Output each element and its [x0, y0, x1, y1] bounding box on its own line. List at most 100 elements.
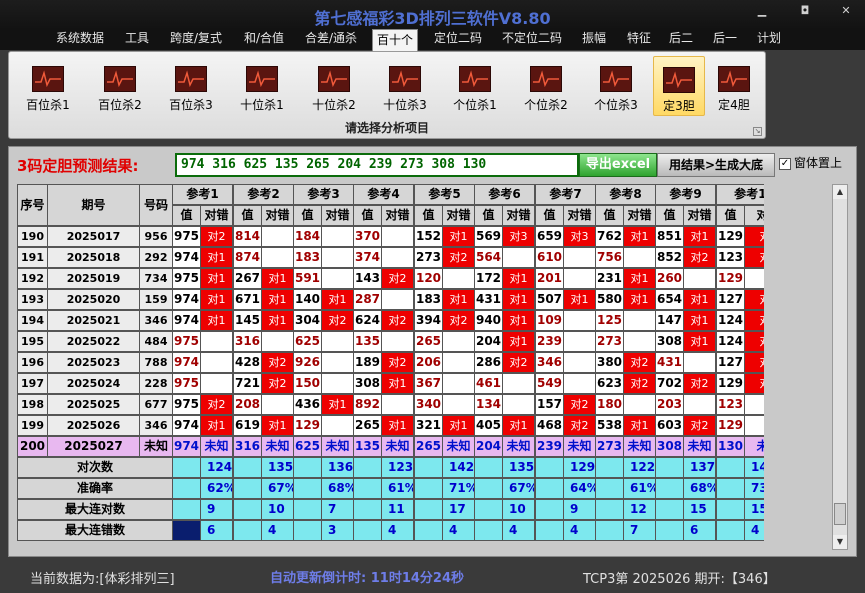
ref-value: 145	[233, 310, 262, 331]
ribbon-button-7[interactable]: 个位杀1	[444, 56, 506, 116]
ref-result: 对2	[261, 373, 294, 394]
ref-value: 265	[353, 415, 382, 436]
menu-item-12[interactable]: 后一	[708, 28, 742, 50]
menu-item-5[interactable]: 合差/通杀	[299, 28, 363, 50]
stats-pad	[233, 499, 262, 520]
header-period: 期号	[47, 184, 140, 226]
ref-result	[321, 268, 354, 289]
ref-result: 对1	[502, 415, 535, 436]
topmost-checkbox[interactable]: ✓ 窗体置上	[779, 154, 842, 171]
stats-value: 11	[381, 499, 414, 520]
ribbon-button-5[interactable]: 十位杀2	[303, 56, 365, 116]
ref-value: 316	[233, 331, 262, 352]
ref-value: 974	[172, 415, 201, 436]
minimize-button[interactable]: ▁	[742, 0, 782, 22]
ref-result: 对1	[744, 352, 764, 373]
ribbon-button-1[interactable]: 百位杀1	[17, 56, 79, 116]
menu-item-1[interactable]: 系统数据	[52, 28, 108, 50]
row-number: 159	[139, 289, 173, 310]
row-number: 292	[139, 247, 173, 268]
scroll-up-arrow-icon[interactable]: ▲	[833, 185, 847, 199]
stats-value: 4	[381, 520, 414, 541]
ribbon-button-8[interactable]: 个位杀2	[515, 56, 577, 116]
ref-result	[623, 394, 656, 415]
chart-icon	[246, 66, 278, 92]
ref-value: 975	[172, 331, 201, 352]
stats-value: 10	[261, 499, 294, 520]
menu-item-11[interactable]: 后二	[664, 28, 698, 50]
ribbon-button-2[interactable]: 百位杀2	[89, 56, 151, 116]
stats-pad	[655, 457, 684, 478]
maximize-button[interactable]: ◘	[785, 0, 825, 22]
ribbon-button-4[interactable]: 十位杀1	[231, 56, 293, 116]
header-value: 值	[474, 205, 503, 226]
vertical-scrollbar[interactable]: ▲ ▼	[832, 184, 848, 550]
pending-result: 未知	[563, 436, 596, 457]
menu-item-6[interactable]: 百十个	[372, 29, 418, 51]
check-icon: ✓	[779, 157, 791, 170]
menu-item-4[interactable]: 和/合值	[237, 28, 291, 50]
export-excel-button[interactable]: 导出excel	[579, 153, 657, 177]
ref-result: 对1	[442, 415, 475, 436]
ref-value: 431	[655, 352, 684, 373]
prediction-label: 3码定胆预测结果:	[17, 157, 139, 175]
ribbon-button-6[interactable]: 十位杀3	[374, 56, 436, 116]
menu-item-8[interactable]: 不定位二码	[498, 28, 566, 50]
ref-result: 对2	[442, 310, 475, 331]
ref-result	[200, 331, 233, 352]
ref-result	[261, 226, 294, 247]
row-period: 2025018	[47, 247, 140, 268]
ref-value: 147	[655, 310, 684, 331]
ref-result	[321, 247, 354, 268]
ref-result	[683, 268, 716, 289]
ribbon-caption: 请选择分析项目	[344, 121, 429, 135]
ribbon-button-9[interactable]: 个位杀3	[585, 56, 647, 116]
stats-pad	[716, 478, 745, 499]
scroll-down-arrow-icon[interactable]: ▼	[833, 535, 847, 549]
ref-result: 对1	[381, 415, 414, 436]
ribbon-expand-icon[interactable]: ↘	[753, 127, 762, 136]
menu-item-10[interactable]: 特征	[621, 28, 657, 50]
menu-item-3[interactable]: 跨度/复式	[163, 28, 229, 50]
stats-pad	[535, 520, 564, 541]
ribbon-button-11[interactable]: 定4胆	[709, 56, 759, 116]
ref-value: 926	[293, 352, 322, 373]
stats-value: 67%	[502, 478, 535, 499]
prediction-result-field[interactable]: 974 316 625 135 265 204 239 273 308 130	[175, 153, 579, 177]
ref-result: 对2	[744, 373, 764, 394]
ref-result: 对1	[744, 310, 764, 331]
ref-value: 436	[293, 394, 322, 415]
menu-item-13[interactable]: 计划	[754, 28, 784, 50]
menu-item-2[interactable]: 工具	[120, 28, 154, 50]
ref-value: 120	[414, 268, 443, 289]
ref-value: 124	[716, 331, 745, 352]
stats-value: 4	[563, 520, 596, 541]
ref-result	[744, 268, 764, 289]
ref-result	[321, 415, 354, 436]
generate-base-button[interactable]: 用结果>生成大底	[657, 153, 775, 177]
row-seq: 198	[17, 394, 48, 415]
ref-value: 340	[414, 394, 443, 415]
ref-result	[321, 352, 354, 373]
menu-item-7[interactable]: 定位二码	[430, 28, 486, 50]
row-number: 734	[139, 268, 173, 289]
menu-item-9[interactable]: 振幅	[575, 28, 613, 50]
ref-result: 对1	[683, 289, 716, 310]
ribbon-button-3[interactable]: 百位杀3	[160, 56, 222, 116]
ref-value: 874	[233, 247, 262, 268]
close-button[interactable]: ✕	[826, 0, 865, 22]
stats-pad	[595, 457, 624, 478]
pending-value: 204	[474, 436, 503, 457]
chart-icon	[663, 67, 695, 93]
header-result: 对错	[442, 205, 475, 226]
ref-result: 对2	[683, 415, 716, 436]
header-value: 值	[353, 205, 382, 226]
ref-value: 127	[716, 352, 745, 373]
row-period: 2025025	[47, 394, 140, 415]
ribbon-button-10[interactable]: 定3胆	[653, 56, 705, 116]
ref-result	[683, 394, 716, 415]
stats-pad	[655, 478, 684, 499]
ref-result: 对2	[744, 247, 764, 268]
scroll-thumb[interactable]	[834, 503, 846, 525]
row-period: 2025021	[47, 310, 140, 331]
